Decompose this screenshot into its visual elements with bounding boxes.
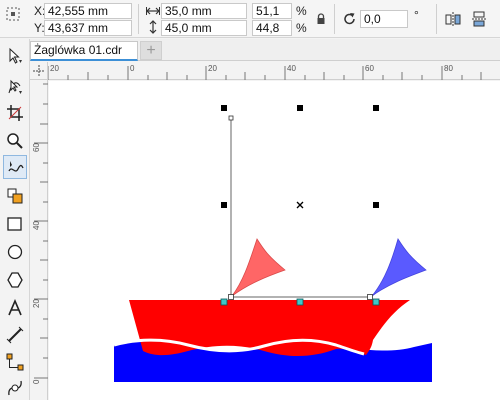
path-node[interactable] [228, 294, 234, 300]
pick-tool-button[interactable] [3, 44, 27, 68]
ruler-v-label: 60 [32, 143, 41, 152]
new-tab-button[interactable]: + [140, 41, 162, 60]
pick-tool-icon [9, 47, 22, 64]
rotation-unit: ° [414, 8, 419, 22]
ruler-v-label: 0 [32, 379, 41, 384]
document-tab-bar: Żaglówka 01.cdr + [30, 39, 500, 61]
ellipse-tool-icon [7, 244, 23, 260]
connector-tool-icon [6, 353, 24, 371]
freehand-tool-icon [8, 161, 24, 172]
drawing-canvas[interactable] [49, 81, 500, 400]
selection-center-x [296, 201, 304, 209]
ruler-v-label: 20 [32, 299, 41, 308]
separator [138, 4, 139, 34]
mirror-horizontal-icon[interactable] [444, 10, 462, 28]
y-position-field[interactable]: 43,637 mm [44, 20, 132, 36]
blend-tool-button[interactable] [3, 376, 27, 400]
smart-fill-tool-button[interactable] [3, 184, 27, 208]
zoom-tool-button[interactable] [3, 129, 27, 153]
freehand-tool-button[interactable] [3, 155, 27, 179]
separator [436, 4, 437, 34]
x-position-field[interactable]: 42,555 mm [44, 3, 132, 19]
vertical-ruler[interactable]: 60 40 20 0 [30, 80, 48, 400]
ruler-origin[interactable] [30, 62, 48, 80]
horizontal-ruler[interactable]: 20 0 20 40 60 80 [47, 62, 500, 80]
document-tab[interactable]: Żaglówka 01.cdr [30, 41, 138, 61]
height-field[interactable]: 45,0 mm [161, 20, 247, 36]
sailboat-drawing [113, 105, 432, 382]
ruler-h-label: 20 [50, 64, 59, 73]
smart-fill-tool-icon [7, 188, 23, 204]
ellipse-tool-button[interactable] [3, 240, 27, 264]
width-icon [146, 7, 160, 15]
ruler-h-label: 0 [130, 64, 135, 73]
selection-handles[interactable] [221, 105, 379, 208]
toolbox [0, 39, 30, 400]
rectangle-tool-icon [7, 217, 22, 231]
mirror-vertical-icon[interactable] [470, 10, 488, 28]
ruler-h-label: 20 [208, 64, 217, 73]
polygon-tool-button[interactable] [3, 268, 27, 292]
sail-right[interactable] [371, 238, 427, 297]
scale-y-unit: % [296, 21, 307, 35]
text-tool-icon [8, 299, 22, 316]
position-icon [6, 7, 20, 21]
scale-x-unit: % [296, 4, 307, 18]
crop-tool-button[interactable] [3, 101, 27, 125]
crop-tool-icon [7, 105, 23, 121]
blend-tool-icon [8, 380, 22, 396]
boat-hull[interactable] [129, 300, 410, 357]
property-bar: X: 42,555 mm Y: 43,637 mm 35,0 mm 45,0 m… [0, 0, 500, 38]
width-field[interactable]: 35,0 mm [161, 3, 247, 19]
shape-tool-icon [8, 79, 22, 94]
polygon-tool-icon [7, 272, 23, 288]
shape-tool-button[interactable] [3, 75, 27, 99]
ruler-h-label: 80 [444, 64, 453, 73]
horizontal-ruler-ticks [47, 66, 482, 80]
scale-x-field[interactable]: 51,1 [252, 3, 292, 19]
rotate-icon [344, 13, 355, 25]
dimension-tool-icon [6, 326, 24, 344]
height-icon [149, 20, 157, 34]
sail-left[interactable] [231, 238, 286, 297]
lock-icon[interactable] [316, 13, 326, 25]
zoom-tool-icon [7, 133, 23, 149]
ruler-h-label: 40 [287, 64, 296, 73]
path-node[interactable] [228, 115, 234, 121]
connector-tool-button[interactable] [3, 350, 27, 374]
ruler-h-label: 60 [365, 64, 374, 73]
separator [334, 4, 335, 34]
rectangle-tool-button[interactable] [3, 212, 27, 236]
rotation-field[interactable]: 0,0 [360, 10, 408, 28]
dimension-tool-button[interactable] [3, 323, 27, 347]
scale-y-field[interactable]: 44,8 [252, 20, 292, 36]
ruler-origin-icon [33, 65, 45, 77]
text-tool-button[interactable] [3, 296, 27, 320]
vertical-ruler-ticks [34, 83, 48, 379]
path-node[interactable] [367, 294, 373, 300]
ruler-v-label: 40 [32, 221, 41, 230]
